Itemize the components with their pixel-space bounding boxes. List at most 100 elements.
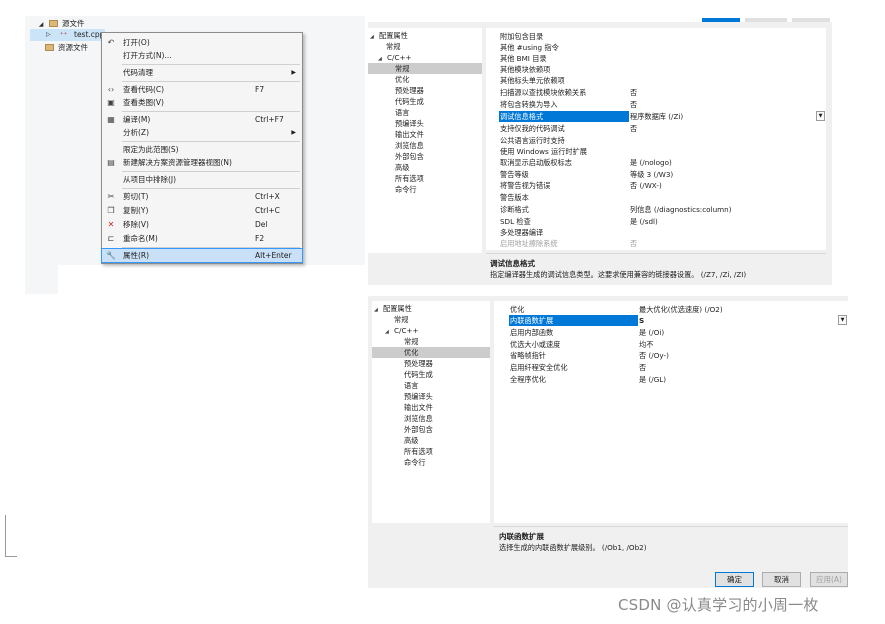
- rename-icon: ⊏: [107, 234, 115, 243]
- tree-language[interactable]: 语言: [395, 107, 409, 118]
- prop-value[interactable]: 等级 3 (/W3): [630, 169, 673, 180]
- menu-item-view-code[interactable]: ‹› 查看代码(C) F7: [102, 83, 302, 96]
- menu-separator: [122, 171, 300, 172]
- tree-browse-info[interactable]: 浏览信息: [395, 140, 424, 151]
- menu-item-rename[interactable]: ⊏ 重命名(M) F2: [102, 232, 302, 245]
- tree-general[interactable]: 常规: [394, 314, 408, 325]
- tree-config-properties[interactable]: ◢ 配置属性: [370, 30, 408, 41]
- tree-optimization[interactable]: 优化: [395, 74, 409, 85]
- tree-code-generation[interactable]: 代码生成: [404, 369, 433, 380]
- tree-precompiled-headers[interactable]: 预编译头: [395, 118, 424, 129]
- menu-label: 属性(R): [123, 251, 150, 260]
- folder-icon: [45, 44, 54, 51]
- tree-item-test-cpp[interactable]: ▷ ⁺⁺ test.cpp: [30, 29, 105, 41]
- prop-value[interactable]: 列信息 (/diagnostics:column): [630, 204, 732, 215]
- tree-general[interactable]: 常规: [386, 41, 400, 52]
- prop-name: 取消显示启动版权标志: [500, 158, 572, 167]
- prop-name: 优选大小或速度: [510, 340, 561, 349]
- tree-external-includes[interactable]: 外部包含: [395, 151, 424, 162]
- menu-shortcut: F7: [255, 85, 265, 94]
- prop-value[interactable]: 是 (/nologo): [630, 157, 672, 168]
- prop-name: 将警告视为错误: [500, 181, 551, 190]
- tree-optimization[interactable]: 优化: [372, 347, 490, 358]
- tree-language[interactable]: 语言: [404, 380, 418, 391]
- open-icon: ↶: [107, 38, 115, 47]
- menu-item-exclude-from-project[interactable]: 从项目中排除(J): [102, 173, 302, 186]
- tree-label: 外部包含: [395, 152, 424, 161]
- menu-label: 查看代码(C): [123, 85, 165, 94]
- window-edge: [5, 515, 17, 557]
- menu-item-cut[interactable]: ✂ 剪切(T) Ctrl+X: [102, 190, 302, 203]
- prop-value[interactable]: 否: [630, 123, 637, 134]
- tree-browse-info[interactable]: 浏览信息: [404, 413, 433, 424]
- expand-triangle-icon[interactable]: ▷: [46, 29, 51, 41]
- tree-label: 命令行: [404, 458, 426, 467]
- csdn-watermark: CSDN @认真学习的小周一枚: [618, 596, 819, 614]
- menu-item-properties[interactable]: 🔧 属性(R) Alt+Enter: [101, 248, 303, 263]
- cut-icon: ✂: [107, 192, 115, 201]
- tree-output-files[interactable]: 输出文件: [404, 402, 433, 413]
- menu-label: 限定为此范围(S): [123, 145, 179, 154]
- menu-label: 打开(O): [123, 38, 150, 47]
- tree-config-properties[interactable]: ◢ 配置属性: [374, 303, 412, 314]
- menu-item-scope-to-this[interactable]: 限定为此范围(S): [102, 143, 302, 156]
- ok-button[interactable]: 确定: [715, 572, 754, 587]
- prop-value[interactable]: 否: [630, 87, 637, 98]
- tree-cpp-general[interactable]: 常规: [368, 63, 482, 74]
- tree-external-includes[interactable]: 外部包含: [404, 424, 433, 435]
- prop-name-inline-expansion[interactable]: 内联函数扩展: [509, 315, 638, 326]
- tree-cpp[interactable]: ◢ C/C++: [378, 52, 412, 63]
- menu-shortcut: Ctrl+X: [255, 192, 280, 201]
- tree-advanced[interactable]: 高级: [404, 435, 418, 446]
- menu-item-open[interactable]: ↶ 打开(O): [102, 36, 302, 49]
- menu-item-code-cleanup[interactable]: 代码清理 ▶: [102, 66, 302, 79]
- compile-icon: ▦: [107, 115, 115, 124]
- menu-item-compile[interactable]: ▦ 编译(M) Ctrl+F7: [102, 113, 302, 126]
- prop-value[interactable]: 否: [639, 362, 646, 373]
- tree-all-options[interactable]: 所有选项: [395, 173, 424, 184]
- tree-preprocessor[interactable]: 预处理器: [404, 358, 433, 369]
- menu-item-remove[interactable]: ✕ 移除(V) Del: [102, 218, 302, 231]
- tree-all-options[interactable]: 所有选项: [404, 446, 433, 457]
- cancel-button[interactable]: 取消: [762, 572, 801, 587]
- prop-value[interactable]: 否 (/Oy-): [639, 350, 669, 361]
- tree-code-generation[interactable]: 代码生成: [395, 96, 424, 107]
- tree-label: 输出文件: [395, 130, 424, 139]
- menu-item-view-class-diagram[interactable]: ▣ 查看类图(V): [102, 96, 302, 109]
- tree-label: 预处理器: [395, 86, 424, 95]
- tree-precompiled-headers[interactable]: 预编译头: [404, 391, 433, 402]
- prop-value-inline-expansion[interactable]: S: [639, 315, 837, 326]
- tree-command-line[interactable]: 命令行: [404, 457, 426, 468]
- menu-item-open-with[interactable]: 打开方式(N)...: [102, 49, 302, 62]
- prop-value[interactable]: 是 (/Oi): [639, 327, 664, 338]
- prop-value-debug-info-format[interactable]: 程序数据库 (/Zi): [630, 111, 816, 122]
- prop-name-debug-info-format[interactable]: 调试信息格式: [499, 111, 629, 122]
- prop-value[interactable]: 否: [630, 99, 637, 110]
- dropdown-arrow-icon[interactable]: ▼: [816, 111, 825, 121]
- tree-output-files[interactable]: 输出文件: [395, 129, 424, 140]
- new-view-icon: ▤: [107, 158, 115, 167]
- tree-command-line[interactable]: 命令行: [395, 184, 417, 195]
- tree-preprocessor[interactable]: 预处理器: [395, 85, 424, 96]
- prop-value[interactable]: 最大优化(优选速度) (/O2): [639, 304, 723, 315]
- menu-label: 从项目中排除(J): [123, 175, 177, 184]
- prop-value[interactable]: 是 (/GL): [639, 374, 666, 385]
- dropdown-arrow-icon[interactable]: ▼: [838, 315, 847, 325]
- tree-advanced[interactable]: 高级: [395, 162, 409, 173]
- menu-item-copy[interactable]: ❐ 复制(Y) Ctrl+C: [102, 204, 302, 217]
- menu-item-analyze[interactable]: 分析(Z) ▶: [102, 126, 302, 139]
- property-grid-1: 附加包含目录 其他 #using 指令 其他 BMI 目录 其他模块依赖项 其他…: [486, 28, 826, 250]
- tree-cpp[interactable]: ◢ C/C++: [385, 325, 419, 336]
- prop-value[interactable]: 均不: [639, 339, 653, 350]
- tree-label: 语言: [395, 108, 410, 117]
- prop-value[interactable]: 是 (/sdl): [630, 216, 658, 227]
- apply-button[interactable]: 应用(A): [810, 572, 848, 587]
- prop-value[interactable]: 否 (/WX-): [630, 180, 662, 191]
- menu-label: 打开方式(N)...: [123, 51, 172, 60]
- prop-value[interactable]: 否: [630, 238, 637, 249]
- tree-item-resource-files[interactable]: 资源文件: [45, 42, 88, 54]
- menu-label: 编译(M): [123, 115, 151, 124]
- tree-label: 优化: [404, 348, 419, 357]
- menu-item-new-explorer-view[interactable]: ▤ 新建解决方案资源管理器视图(N): [102, 156, 302, 169]
- tree-cpp-general[interactable]: 常规: [404, 336, 418, 347]
